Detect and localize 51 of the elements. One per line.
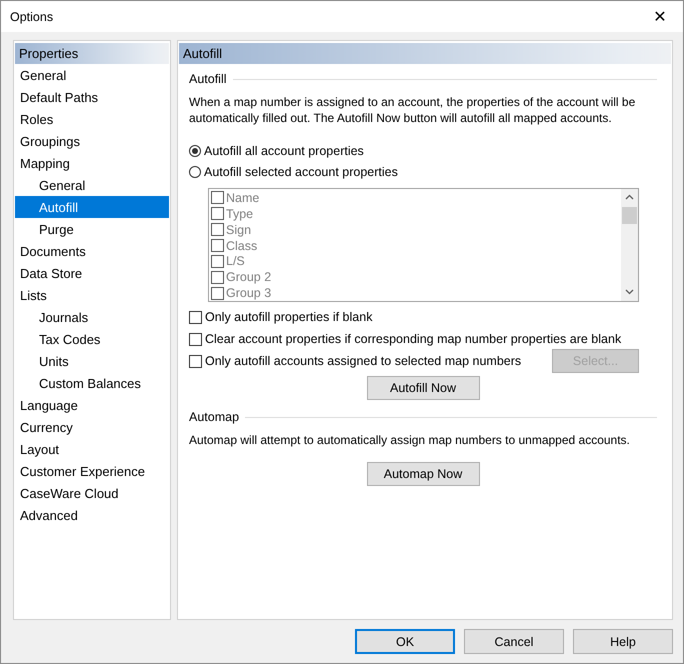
sidebar-item[interactable]: Journals	[15, 306, 169, 328]
sidebar-item[interactable]: Groupings	[15, 130, 169, 152]
sidebar-item[interactable]: CaseWare Cloud	[15, 482, 169, 504]
sidebar-item[interactable]: Custom Balances	[15, 372, 169, 394]
radio-label: Autofill all account properties	[204, 144, 364, 158]
dialog-button[interactable]: Help	[573, 629, 673, 654]
sidebar-item[interactable]: Purge	[15, 218, 169, 240]
close-button[interactable]: ✕	[637, 1, 683, 32]
radio-button[interactable]	[189, 144, 201, 156]
dialog-button[interactable]: OK	[355, 629, 455, 654]
group-title: Automap	[189, 410, 240, 424]
group-title: Autofill	[189, 72, 227, 86]
sidebar-item[interactable]: Language	[15, 394, 169, 416]
property-label: Sign	[226, 222, 252, 237]
description-text: Automap will attempt to automatically assign map numbers to unmapped accounts.	[189, 432, 631, 448]
property-label: Name	[226, 190, 260, 205]
autofill-now-button[interactable]: Autofill Now	[366, 376, 480, 400]
sidebar-item[interactable]: Units	[15, 350, 169, 372]
sidebar-item[interactable]: Data Store	[15, 262, 169, 284]
automap-now-button[interactable]: Automap Now	[366, 462, 480, 486]
sidebar-item[interactable]: General	[15, 64, 169, 86]
sidebar-item[interactable]: Layout	[15, 438, 169, 460]
sidebar-item[interactable]: Roles	[15, 108, 169, 130]
property-label: L/S	[226, 254, 245, 268]
property-label: Group 3	[226, 286, 272, 300]
checkbox-label: Only autofill properties if blank	[205, 310, 372, 324]
sidebar-item[interactable]: Autofill	[15, 196, 169, 218]
sidebar-item[interactable]: Default Paths	[15, 86, 169, 108]
checkbox[interactable]	[189, 332, 202, 346]
property-label: Type	[226, 206, 254, 221]
checkbox[interactable]	[189, 310, 202, 324]
sidebar-item[interactable]: Currency	[15, 416, 169, 438]
dialog-button[interactable]: Cancel	[464, 629, 564, 654]
sidebar-item[interactable]: Advanced	[15, 504, 169, 526]
property-label: Group 2	[226, 270, 272, 284]
checkbox[interactable]	[189, 354, 202, 368]
sidebar-item[interactable]: Lists	[15, 284, 169, 306]
checkbox-label: Only autofill accounts assigned to selected map numbers	[205, 354, 522, 368]
sidebar-item[interactable]: General	[15, 174, 169, 196]
window-title: Options	[10, 10, 54, 24]
sidebar-item[interactable]: Documents	[15, 240, 169, 262]
checkbox-label: Clear account properties if corresponding map number properties are blank	[205, 332, 622, 346]
sidebar-item[interactable]: Customer Experience	[15, 460, 169, 482]
description-text: When a map number is assigned to an account, the properties of the account will be automatically filled out. The Autofill Now button will autofill all mapped accounts.	[189, 94, 636, 126]
sidebar-item[interactable]: Mapping	[15, 152, 169, 174]
radio-label: Autofill selected account properties	[204, 164, 398, 178]
sidebar-item[interactable]: Tax Codes	[15, 328, 169, 350]
panel-header: Autofill	[179, 43, 671, 64]
sidebar-header: Properties	[15, 43, 169, 64]
property-label: Class	[226, 238, 258, 252]
radio-button[interactable]	[189, 166, 201, 178]
